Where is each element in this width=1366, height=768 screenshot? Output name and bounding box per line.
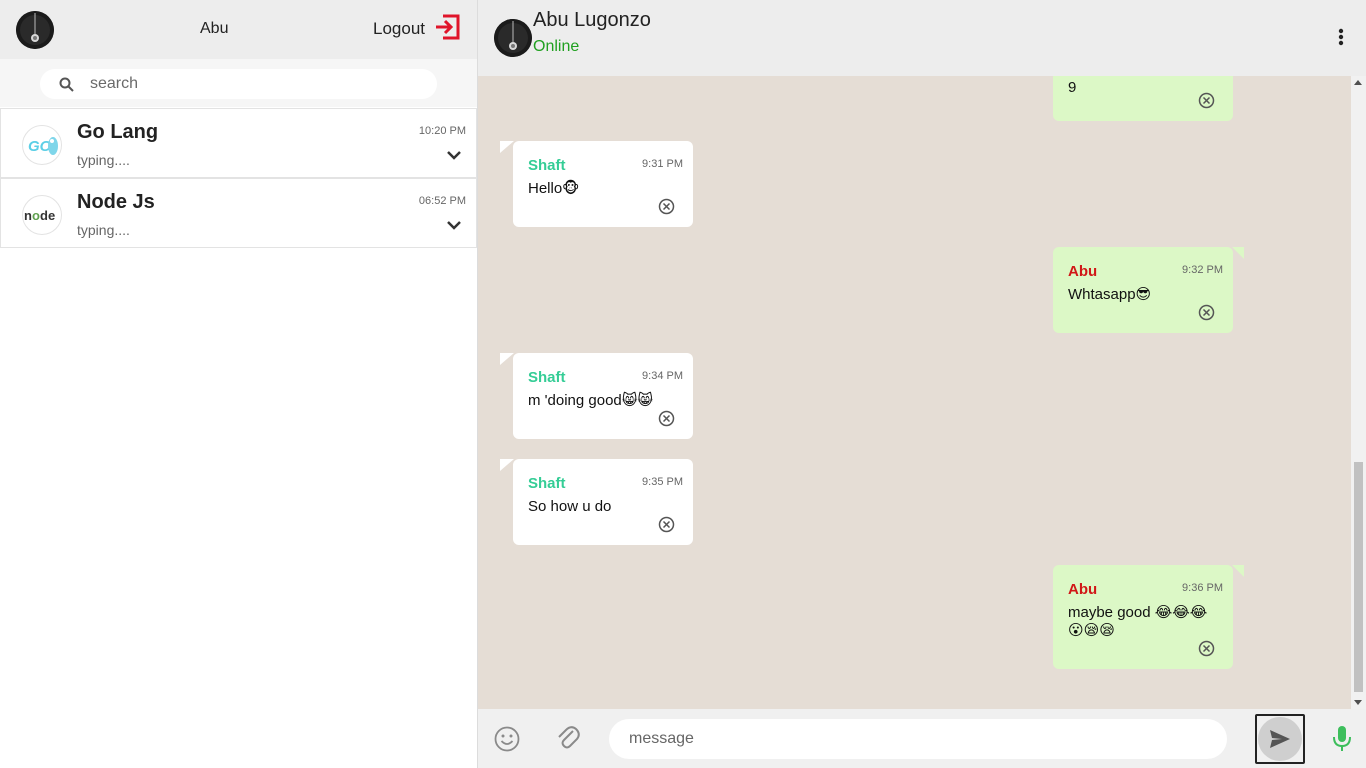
message-outgoing: Abu 9:36 PM maybe good 😂😂😂😮😪😪 [1053,565,1244,669]
chevron-down-icon[interactable] [446,217,462,235]
user-avatar[interactable] [16,11,54,49]
search-box[interactable] [40,69,437,99]
search-icon [59,77,74,92]
send-button[interactable] [1255,714,1305,764]
message-incoming: Shaft 9:35 PM So how u do [500,459,693,545]
message-outgoing: 9 [1053,76,1233,121]
chat-time: 06:52 PM [418,195,466,207]
contact-status: Online [533,38,580,55]
golang-logo-icon: GO [22,125,62,165]
message-incoming: Shaft 9:31 PM Hello🐵 [500,141,693,227]
sidebar-header: Abu Logout [0,0,477,59]
logout-button[interactable]: Logout [373,14,461,44]
message-time: 9:35 PM [642,476,683,488]
svg-text:de: de [40,208,55,223]
conversation-header: Abu Lugonzo Online [478,0,1366,76]
message-text: maybe good 😂😂😂😮😪😪 [1068,604,1208,639]
chat-subtitle: typing.... [77,222,130,238]
logout-icon [433,13,461,46]
vertical-dots-icon[interactable] [1338,28,1344,51]
message-text: 9 [1068,79,1077,96]
scroll-down-arrow-icon[interactable] [1354,700,1362,705]
contact-avatar[interactable] [494,19,532,57]
chat-title: Node Js [77,191,155,213]
svg-text:o: o [32,208,40,223]
current-user-name: Abu [200,20,229,37]
microphone-icon[interactable] [1332,725,1352,758]
chat-list-item-node-js[interactable]: n o de Node Js 06:52 PM typing.... [0,178,477,248]
message-input[interactable] [609,719,1227,759]
svg-text:n: n [24,208,32,223]
chat-subtitle: typing.... [77,152,130,168]
message-time: 9:31 PM [642,158,683,170]
message-time: 9:36 PM [1182,582,1223,594]
message-text: So how u do [528,498,612,515]
circle-x-icon[interactable] [1198,640,1215,662]
message-text: Hello🐵 [528,180,580,197]
message-time: 9:32 PM [1182,264,1223,276]
search-bar [0,59,477,107]
message-text: m 'doing good😸😸 [528,392,654,409]
message-time: 9:34 PM [642,370,683,382]
scroll-up-arrow-icon[interactable] [1354,80,1362,85]
chat-title: Go Lang [77,121,159,143]
composer-bar [478,709,1366,768]
search-input[interactable] [90,75,390,93]
message-incoming: Shaft 9:34 PM m 'doing good😸😸 [500,353,693,439]
chat-list-item-go-lang[interactable]: GO Go Lang 10:20 PM typing.... [0,108,477,178]
conversation-panel: Abu Lugonzo Online 9 Shaft 9:31 PM Hello… [478,0,1366,768]
message-scrollbar[interactable] [1351,76,1366,709]
chat-time: 10:20 PM [418,125,466,137]
logout-label: Logout [373,19,425,38]
circle-x-icon[interactable] [658,516,675,538]
smiley-icon[interactable] [494,726,520,757]
message-list[interactable]: 9 Shaft 9:31 PM Hello🐵 Abu 9:32 PM Whtas… [478,76,1351,709]
contact-name: Abu Lugonzo [533,9,651,31]
circle-x-icon[interactable] [658,410,675,432]
sidebar: Abu Logout GO [0,0,478,768]
message-outgoing: Abu 9:32 PM Whtasapp😎 [1053,247,1244,333]
message-text: Whtasapp😎 [1068,286,1152,303]
circle-x-icon[interactable] [1198,304,1215,326]
nodejs-logo-icon: n o de [22,195,62,235]
paperclip-icon[interactable] [555,724,581,757]
circle-x-icon[interactable] [658,198,675,220]
circle-x-icon[interactable] [1198,92,1215,114]
send-icon [1258,717,1302,761]
chevron-down-icon[interactable] [446,147,462,165]
scrollbar-thumb[interactable] [1354,462,1363,692]
